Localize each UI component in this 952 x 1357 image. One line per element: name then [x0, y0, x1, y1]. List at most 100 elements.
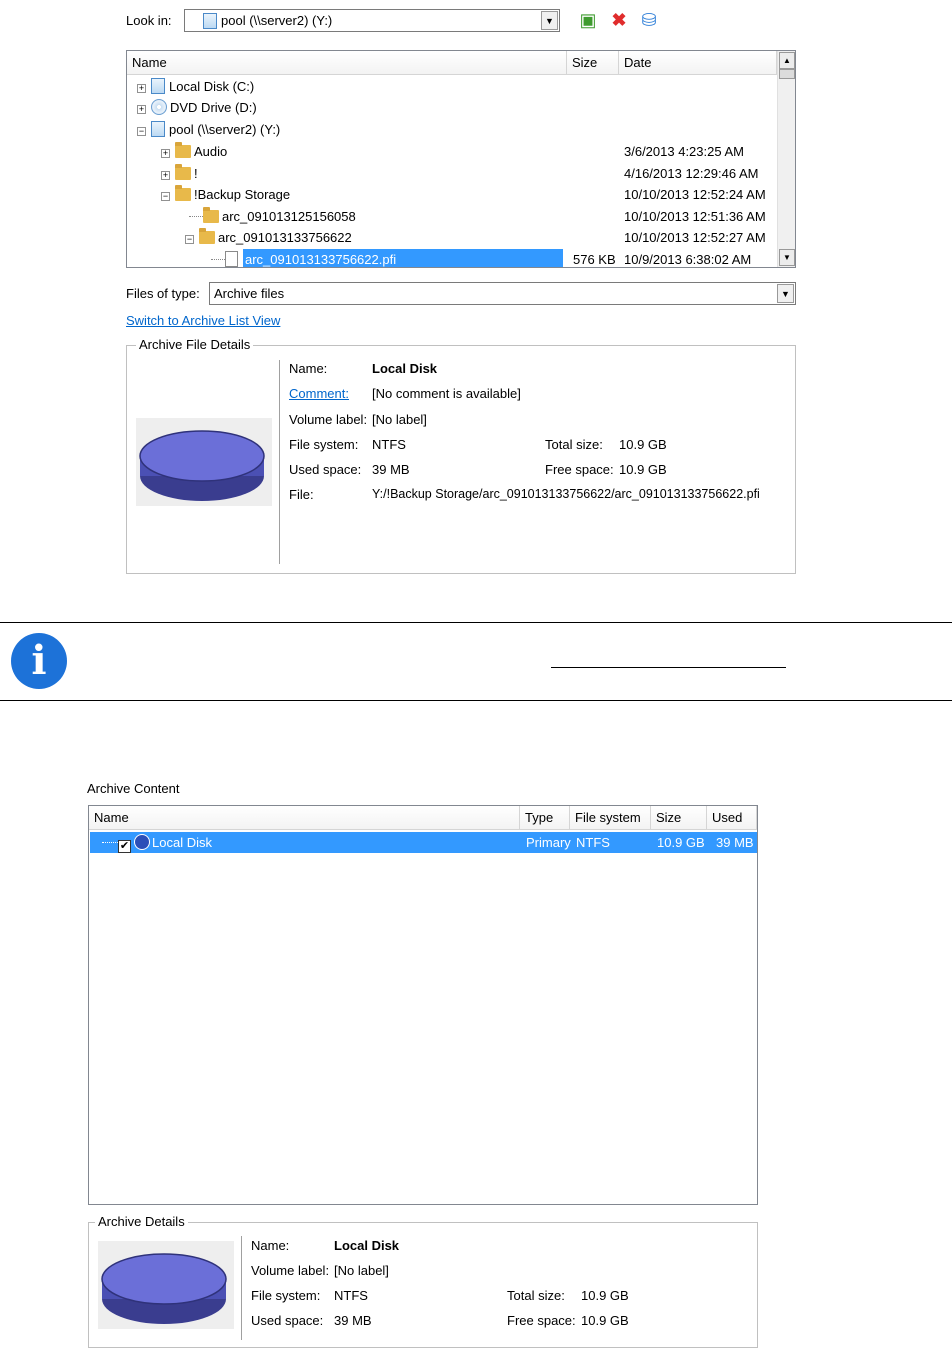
tree-row-date: 10/10/2013 12:51:36 AM	[624, 209, 766, 224]
scroll-up-icon[interactable]: ▲	[779, 52, 795, 69]
partition-checkbox[interactable]: ✔	[118, 840, 131, 853]
note-bottom-rule	[0, 700, 952, 701]
archive-fs-label: File system:	[251, 1288, 321, 1303]
folder-icon	[199, 228, 215, 244]
archive-row-selected[interactable]: ✔ Local Disk Primary NTFS 10.9 GB 39 MB	[90, 832, 757, 853]
details-fs-value: NTFS	[372, 437, 406, 452]
expand-icon[interactable]: +	[161, 149, 170, 158]
archive-row-used: 39 MB	[716, 835, 754, 850]
delete-icon[interactable]: ✖	[609, 10, 629, 30]
tree-row-label: Audio	[194, 144, 228, 159]
tree-row[interactable]: − arc_091013133756622 10/10/2013 12:52:27…	[185, 227, 777, 248]
scroll-down-icon[interactable]: ▼	[779, 249, 795, 266]
archive-free-label: Free space:	[507, 1313, 576, 1328]
tree-row-selected[interactable]: arc_091013133756622.pfi 576 KB 10/9/2013…	[211, 249, 777, 267]
column-header-type[interactable]: Type	[520, 806, 570, 830]
tree-row-date: 3/6/2013 4:23:25 AM	[624, 144, 744, 159]
details-fs-label: File system:	[289, 437, 359, 452]
tree-row-date: 10/9/2013 6:38:02 AM	[624, 252, 752, 267]
folder-icon	[203, 207, 219, 223]
look-in-value: pool (\\server2) (Y:)	[221, 13, 333, 28]
network-icon[interactable]: ⛁	[639, 10, 659, 30]
files-of-type-combo[interactable]: Archive files ▼	[209, 282, 796, 305]
new-folder-icon[interactable]: ▣	[578, 10, 598, 30]
details-total-value: 10.9 GB	[619, 437, 667, 452]
partition-icon	[134, 834, 150, 850]
scroll-thumb[interactable]	[779, 69, 795, 79]
tree-row-size: 576 KB	[573, 252, 616, 267]
archive-name-value: Local Disk	[334, 1238, 400, 1253]
archive-details-title: Archive Details	[95, 1214, 188, 1229]
tree-row[interactable]: − !Backup Storage 10/10/2013 12:52:24 AM	[161, 184, 777, 205]
tree-row[interactable]: arc_091013125156058 10/10/2013 12:51:36 …	[189, 206, 777, 227]
tree-row[interactable]: − pool (\\server2) (Y:)	[137, 119, 777, 140]
archive-fs-value: NTFS	[334, 1288, 368, 1303]
collapse-icon[interactable]: −	[137, 127, 146, 136]
tree-row[interactable]: +! 4/16/2013 12:29:46 AM	[161, 163, 777, 184]
network-drive-icon	[203, 12, 217, 29]
column-header-size[interactable]: Size	[567, 51, 619, 75]
archive-content-list[interactable]: Name Type File system Size Used ✔ Local D…	[88, 805, 758, 1205]
expand-icon[interactable]: +	[137, 84, 146, 93]
file-tree[interactable]: Name Size Date + Local Disk (C:) + DVD Dri…	[126, 50, 796, 268]
expand-icon[interactable]: +	[137, 105, 146, 114]
archive-row-size: 10.9 GB	[657, 835, 705, 850]
tree-row-label: arc_091013133756622	[218, 230, 352, 245]
dvd-icon	[151, 99, 167, 115]
tree-row-date: 4/16/2013 12:29:46 AM	[624, 166, 759, 181]
tree-row-date: 10/10/2013 12:52:24 AM	[624, 187, 766, 202]
comment-link[interactable]: Comment:	[289, 386, 349, 401]
details-used-label: Used space:	[289, 462, 362, 477]
tree-row[interactable]: + Local Disk (C:)	[137, 76, 777, 97]
files-of-type-label: Files of type:	[126, 286, 200, 301]
archive-used-value: 39 MB	[334, 1313, 372, 1328]
tree-row-label: Local Disk (C:)	[169, 79, 255, 94]
chevron-down-icon[interactable]: ▼	[541, 11, 558, 30]
disk-icon	[98, 1241, 234, 1329]
details-file-value: Y:/!Backup Storage/arc_091013133756622/a…	[372, 487, 760, 501]
details-total-label: Total size:	[545, 437, 603, 452]
archive-details-divider	[241, 1236, 242, 1340]
details-comment-value: [No comment is available]	[372, 386, 521, 401]
folder-icon	[175, 164, 191, 180]
column-header-file-system[interactable]: File system	[570, 806, 651, 830]
note-top-rule	[0, 622, 952, 623]
files-of-type-value: Archive files	[214, 286, 285, 301]
details-name-value: Local Disk	[372, 361, 438, 376]
column-header-name[interactable]: Name	[89, 806, 520, 830]
chevron-down-icon[interactable]: ▼	[777, 284, 794, 303]
archive-row-type: Primary	[526, 835, 571, 850]
switch-view-link[interactable]: Switch to Archive List View	[126, 313, 280, 328]
archive-file-details-title: Archive File Details	[136, 337, 254, 352]
info-icon: i	[11, 633, 67, 689]
archive-volume-value: [No label]	[334, 1263, 389, 1278]
folder-icon	[175, 185, 191, 201]
tree-row-label: arc_091013125156058	[222, 209, 356, 224]
tree-row-label: pool (\\server2) (Y:)	[169, 122, 281, 137]
archive-total-label: Total size:	[507, 1288, 565, 1303]
column-header-date[interactable]: Date	[619, 51, 777, 75]
expand-icon[interactable]: +	[161, 171, 170, 180]
look-in-label: Look in:	[126, 13, 172, 28]
tree-row-label: arc_091013133756622.pfi	[243, 249, 563, 267]
details-free-value: 10.9 GB	[619, 462, 667, 477]
collapse-icon[interactable]: −	[185, 235, 194, 244]
archive-total-value: 10.9 GB	[581, 1288, 629, 1303]
column-header-size[interactable]: Size	[651, 806, 707, 830]
tree-row-label: DVD Drive (D:)	[170, 100, 257, 115]
column-header-name[interactable]: Name	[127, 51, 567, 75]
look-in-combo[interactable]: pool (\\server2) (Y:) ▼	[184, 9, 560, 32]
vertical-scrollbar[interactable]: ▲ ▼	[777, 51, 795, 267]
archive-free-value: 10.9 GB	[581, 1313, 629, 1328]
tree-row[interactable]: + Audio 3/6/2013 4:23:25 AM	[161, 141, 777, 162]
details-divider	[279, 360, 280, 564]
tree-row[interactable]: + DVD Drive (D:)	[137, 97, 777, 118]
column-header-used[interactable]: Used	[707, 806, 757, 830]
folder-icon	[175, 142, 191, 158]
archive-volume-label: Volume label:	[251, 1263, 330, 1278]
drive-icon	[151, 78, 165, 94]
tree-row-date: 10/10/2013 12:52:27 AM	[624, 230, 766, 245]
collapse-icon[interactable]: −	[161, 192, 170, 201]
details-file-label: File:	[289, 487, 314, 502]
archive-used-label: Used space:	[251, 1313, 324, 1328]
